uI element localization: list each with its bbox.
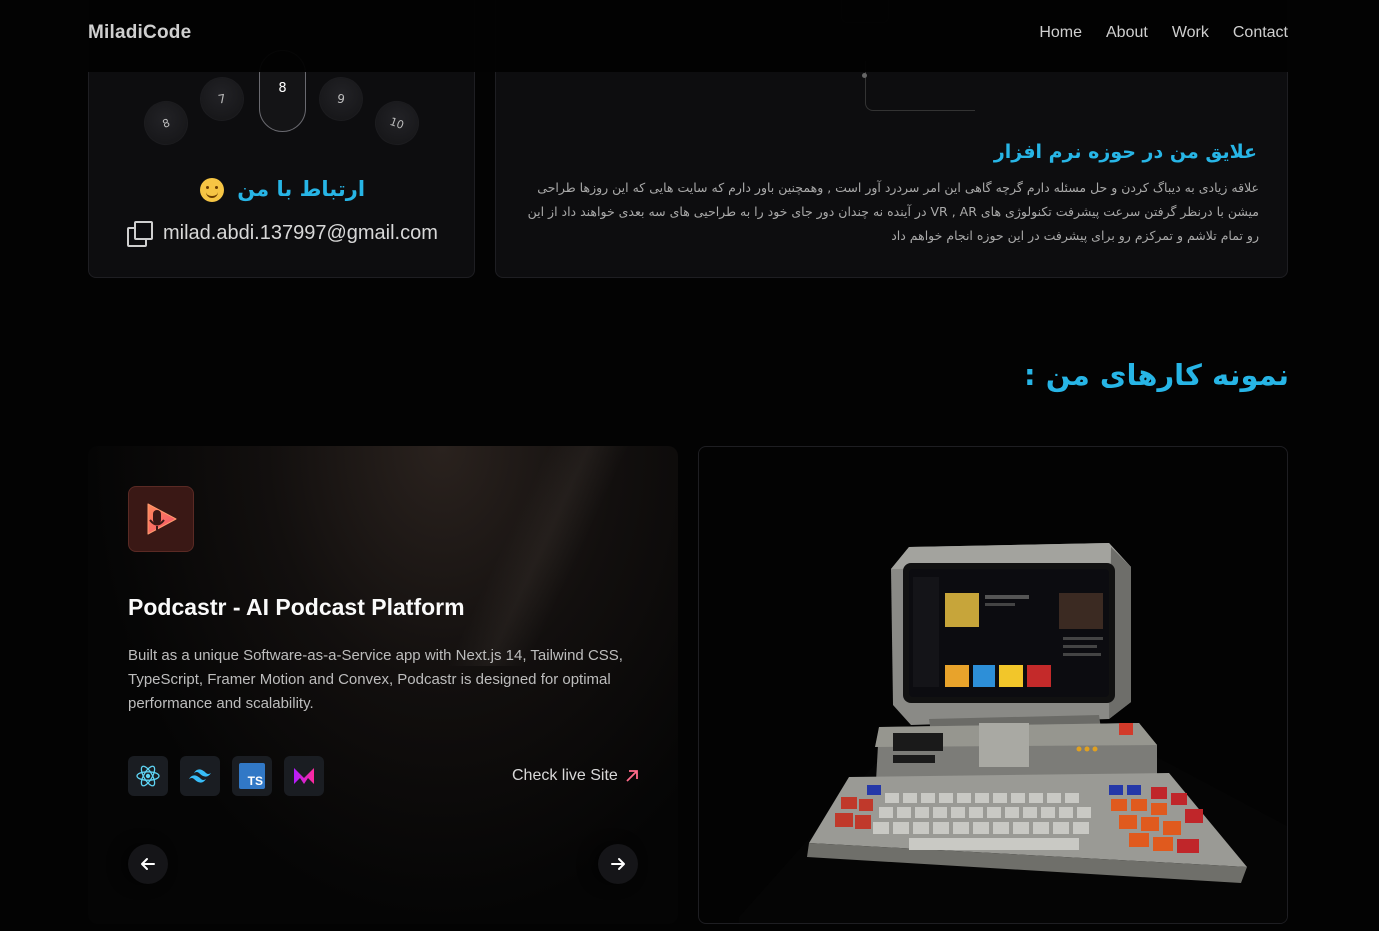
decorative-dot: [862, 73, 867, 78]
arrow-left-icon: [141, 858, 155, 870]
ts-label: TS: [247, 774, 263, 788]
tech-stack: TS: [128, 756, 324, 796]
react-icon: [128, 756, 168, 796]
project-title: Podcastr - AI Podcast Platform: [128, 594, 465, 620]
framer-motion-icon: [284, 756, 324, 796]
dial-10[interactable]: 10: [368, 94, 426, 152]
retro-computer-illustration: [739, 543, 1287, 923]
dial-label: 8: [278, 81, 287, 96]
interests-title: علایق من در حوزه نرم افزار: [993, 141, 1257, 163]
live-site-link[interactable]: Check live Site: [512, 767, 640, 785]
brand-logo[interactable]: MiladiCode: [88, 22, 191, 44]
dial-9[interactable]: 9: [315, 73, 367, 125]
arrow-right-icon: [611, 858, 625, 870]
tailwind-icon: [180, 756, 220, 796]
dial-label: 9: [336, 91, 346, 107]
email-text: milad.abdi.137997@gmail.com: [163, 221, 438, 244]
dial-label: 10: [388, 114, 406, 132]
typescript-icon: TS: [232, 756, 272, 796]
works-section-title: نمونه کارهای من :: [1024, 358, 1289, 392]
podcastr-app-icon: [128, 486, 194, 552]
dial-label: 7: [217, 91, 227, 107]
page: 8 7 8 9 10 ارتباط با من milad.abdi.13799…: [0, 0, 1379, 931]
next-project-button[interactable]: [598, 844, 638, 884]
copy-icon[interactable]: [127, 221, 153, 247]
contact-title-text: ارتباط با من: [237, 177, 366, 201]
dial-label: 8: [160, 115, 172, 131]
nav-about[interactable]: About: [1106, 24, 1148, 42]
smile-emoji-icon: [199, 178, 224, 202]
project-description: Built as a unique Software-as-a-Service …: [128, 647, 623, 712]
navbar: MiladiCode Home About Work Contact: [0, 0, 1379, 72]
nav-contact[interactable]: Contact: [1233, 24, 1288, 42]
nav-home[interactable]: Home: [1039, 24, 1082, 42]
project-3d-showcase[interactable]: [698, 446, 1288, 924]
contact-title: ارتباط با من: [89, 177, 476, 202]
dial-7[interactable]: 7: [196, 73, 248, 125]
nav-work[interactable]: Work: [1172, 24, 1209, 42]
dial-8-small[interactable]: 8: [137, 94, 195, 152]
project-card: Podcastr - AI Podcast Platform Built as …: [88, 446, 678, 924]
interests-text: علاقه زیادی به دیباگ کردن و حل مسئله دار…: [527, 180, 1259, 243]
prev-project-button[interactable]: [128, 844, 168, 884]
external-arrow-icon: [626, 770, 638, 782]
card-glow: [388, 446, 678, 666]
live-site-label: Check live Site: [512, 767, 618, 784]
email-row: milad.abdi.137997@gmail.com: [127, 221, 438, 247]
nav-links: Home About Work Contact: [1039, 24, 1288, 42]
